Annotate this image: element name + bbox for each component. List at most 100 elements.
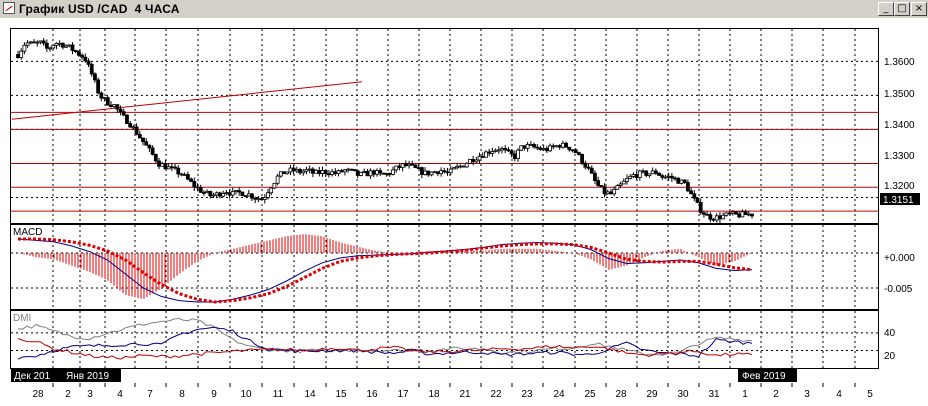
candle-body xyxy=(333,171,338,175)
candle-body xyxy=(32,41,36,44)
candle-body xyxy=(278,171,283,177)
candle-body xyxy=(599,185,604,188)
dmi-axis-label-40: 40 xyxy=(884,328,896,339)
candle-body xyxy=(157,160,161,167)
candle-body xyxy=(176,167,181,175)
candle-body xyxy=(586,166,591,169)
candle-body xyxy=(615,185,620,190)
candle-body xyxy=(570,149,575,152)
candle-body xyxy=(730,211,735,214)
candle-body xyxy=(625,178,629,182)
candle-body xyxy=(317,169,322,174)
candle-body xyxy=(551,145,556,148)
time-axis-day-label: 31 xyxy=(708,389,720,400)
candle-body xyxy=(327,173,331,176)
price-axis-label-3: 1.3400 xyxy=(884,120,915,131)
candle-body xyxy=(532,144,536,148)
time-axis-day-label: 4 xyxy=(117,389,123,400)
candle-body xyxy=(362,171,367,173)
time-axis-day-label: 23 xyxy=(521,389,533,400)
candle-body xyxy=(375,170,379,175)
candle-body xyxy=(673,177,677,180)
candle-body xyxy=(593,172,597,182)
candle-body xyxy=(480,155,485,158)
candle-body xyxy=(403,163,408,167)
time-axis-day-label: 17 xyxy=(397,389,409,400)
candle-body xyxy=(702,212,706,215)
candle-body xyxy=(89,64,94,75)
candle-body xyxy=(288,167,293,173)
candle-body xyxy=(195,186,200,189)
level-lines xyxy=(11,81,878,212)
candle-body xyxy=(259,198,264,201)
candle-body xyxy=(282,171,286,175)
candle-body xyxy=(637,170,642,178)
time-axis-day-label: 10 xyxy=(240,389,252,400)
candle-body xyxy=(16,54,20,58)
month-tag-dec: Дек 201 xyxy=(14,371,51,382)
candle-body xyxy=(394,165,399,171)
candle-body xyxy=(560,142,565,148)
candle-body xyxy=(230,191,235,196)
chart-area[interactable]: 1.3600 1.3500 1.3400 1.3300 1.3200 1.315… xyxy=(0,18,928,406)
candle-body xyxy=(243,195,248,198)
candle-body xyxy=(307,168,312,171)
candle-body xyxy=(163,163,168,170)
time-axis-day-label: 9 xyxy=(211,389,217,400)
minimize-button[interactable]: _ xyxy=(878,2,894,16)
candle-body xyxy=(320,170,325,174)
candle-body xyxy=(660,175,665,178)
candle-body xyxy=(352,169,357,172)
maximize-button[interactable]: □ xyxy=(894,2,910,16)
candle-body xyxy=(166,166,171,170)
candle-body xyxy=(359,172,363,176)
time-axis-day-label: 7 xyxy=(147,389,153,400)
candle-body xyxy=(76,51,81,56)
candle-body xyxy=(679,179,684,184)
chart-app-icon xyxy=(3,2,15,14)
dmi-axis-label-20: 20 xyxy=(884,351,896,362)
candle-body xyxy=(724,212,729,216)
time-axis-day-label: 3 xyxy=(804,389,810,400)
candle-body xyxy=(666,175,671,178)
price-axis-label-2: 1.3500 xyxy=(884,89,915,100)
candle-body xyxy=(294,169,299,172)
dmi-plot xyxy=(17,317,753,360)
time-axis-day-label: 24 xyxy=(553,389,565,400)
candle-body xyxy=(416,167,421,169)
time-axis-day-label: 22 xyxy=(490,389,502,400)
close-button[interactable]: × xyxy=(911,2,927,16)
candle-body xyxy=(86,60,91,65)
candle-body xyxy=(28,41,33,44)
time-axis-day-label: 3 xyxy=(87,389,93,400)
candle-body xyxy=(596,180,601,186)
candle-body xyxy=(355,170,360,176)
chart-svg[interactable]: 1.3600 1.3500 1.3400 1.3300 1.3200 1.315… xyxy=(0,18,928,406)
time-axis-day-label: 2 xyxy=(773,389,779,400)
candle-body xyxy=(192,181,197,188)
candle-body xyxy=(650,170,655,175)
candle-body xyxy=(705,213,710,216)
candle-body xyxy=(711,218,716,221)
candle-body xyxy=(208,190,213,197)
candle-body xyxy=(452,167,456,170)
candle-body xyxy=(538,147,543,151)
time-axis-day-label: 16 xyxy=(366,389,378,400)
candle-body xyxy=(330,171,335,175)
candle-body xyxy=(400,163,405,168)
candle-body xyxy=(734,211,738,215)
candle-body xyxy=(461,165,466,168)
candle-body xyxy=(19,50,24,58)
candle-body xyxy=(269,187,274,194)
time-axis-day-label: 28 xyxy=(32,389,44,400)
candle-body xyxy=(577,152,581,155)
candle-body xyxy=(458,165,463,168)
candle-body xyxy=(714,215,719,221)
candle-body xyxy=(634,174,639,178)
time-axis-day-label: 28 xyxy=(615,389,627,400)
time-axis-day-label: 14 xyxy=(304,389,316,400)
candle-body xyxy=(541,148,546,151)
candle-body xyxy=(137,133,142,139)
candle-body xyxy=(339,170,344,173)
time-axis-day-label: 29 xyxy=(646,389,658,400)
